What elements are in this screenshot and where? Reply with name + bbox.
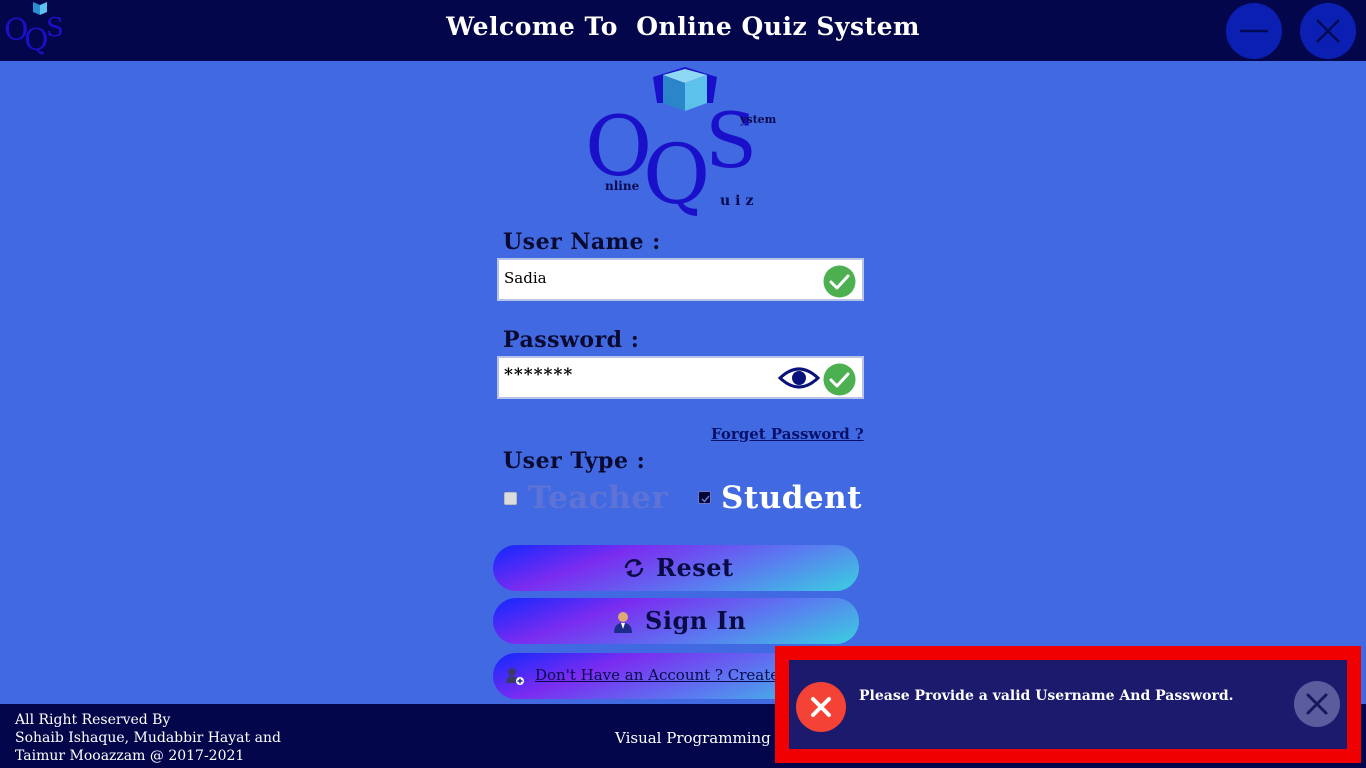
logo-letter-s: S bbox=[705, 96, 757, 185]
reset-button[interactable]: Reset bbox=[493, 545, 859, 591]
teacher-checkbox[interactable] bbox=[504, 492, 517, 505]
username-label: User Name : bbox=[503, 229, 661, 255]
password-input[interactable] bbox=[504, 365, 804, 385]
error-icon bbox=[796, 682, 846, 732]
logo-nline: nline bbox=[605, 179, 640, 193]
logo-uiz: uiz bbox=[720, 193, 758, 209]
password-label: Password : bbox=[503, 327, 640, 353]
title-bar: O Q S Welcome To Online Quiz System bbox=[0, 0, 1366, 61]
create-account-link[interactable]: Don't Have an Account ? Create A bbox=[535, 666, 795, 684]
close-notification-button[interactable] bbox=[1293, 680, 1341, 728]
forget-password-link[interactable]: Forget Password ? bbox=[711, 425, 864, 443]
subject-label: Visual Programming bbox=[615, 729, 771, 747]
app-title: Welcome To Online Quiz System bbox=[446, 12, 920, 41]
error-notification-body: Please Provide a valid Username And Pass… bbox=[789, 660, 1347, 749]
student-checkbox[interactable] bbox=[698, 491, 711, 504]
minimize-button[interactable] bbox=[1226, 3, 1282, 59]
password-field[interactable] bbox=[497, 356, 864, 399]
teacher-option-label[interactable]: Teacher bbox=[528, 480, 668, 516]
sign-in-button[interactable]: Sign In bbox=[493, 598, 859, 644]
error-notification: Please Provide a valid Username And Pass… bbox=[775, 646, 1361, 763]
oqs-logo: O Q S nline uiz ystem bbox=[585, 67, 777, 218]
valid-check-icon bbox=[823, 363, 856, 396]
reset-label: Reset bbox=[656, 553, 734, 582]
logo-ystem: ystem bbox=[739, 113, 777, 126]
credits-line: Sohaib Ishaque, Mudabbir Hayat and bbox=[15, 730, 281, 746]
checkmark-icon bbox=[701, 495, 710, 503]
username-field[interactable] bbox=[497, 258, 864, 301]
user-type-label: User Type : bbox=[503, 448, 646, 474]
credits-line: Taimur Mooazzam @ 2017-2021 bbox=[15, 748, 245, 764]
username-input[interactable] bbox=[504, 269, 804, 287]
credits: All Right Reserved By Sohaib Ishaque, Mu… bbox=[15, 711, 281, 765]
valid-check-icon bbox=[823, 265, 856, 298]
sign-in-label: Sign In bbox=[645, 606, 747, 635]
add-user-icon bbox=[506, 668, 524, 685]
minimize-icon bbox=[1240, 29, 1268, 33]
error-message: Please Provide a valid Username And Pass… bbox=[859, 688, 1234, 704]
close-window-button[interactable] bbox=[1300, 3, 1356, 59]
user-avatar-icon bbox=[614, 612, 632, 633]
credits-line: All Right Reserved By bbox=[15, 712, 171, 728]
show-password-eye-icon[interactable] bbox=[778, 363, 820, 393]
close-icon bbox=[1316, 19, 1340, 43]
student-option-label[interactable]: Student bbox=[721, 480, 862, 516]
logo-letter-q: Q bbox=[643, 128, 710, 218]
reset-arrows-icon bbox=[624, 559, 644, 577]
